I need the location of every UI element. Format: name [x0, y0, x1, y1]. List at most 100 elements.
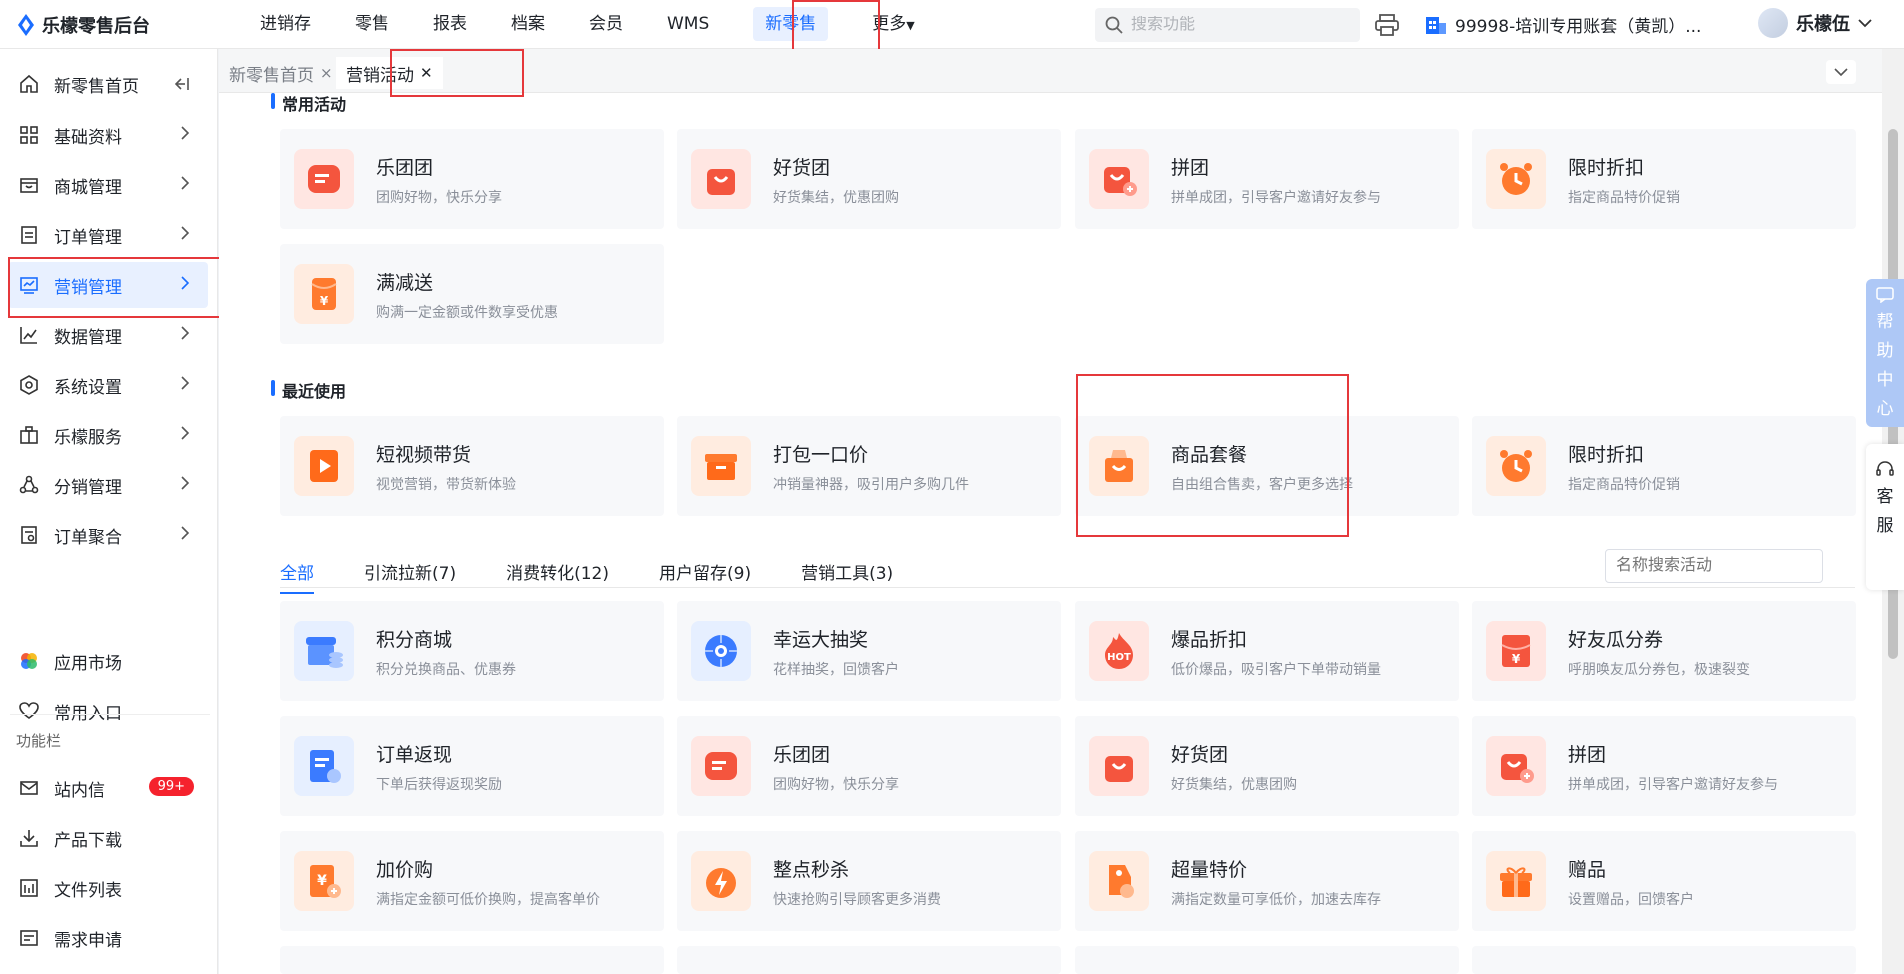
sidebar-item-orders[interactable]: 订单管理 — [8, 212, 208, 258]
shop-icon — [18, 174, 40, 196]
activity-card-letuantuan[interactable]: 乐团团 团购好物，快乐分享 — [280, 129, 664, 229]
help-center-button[interactable]: 帮 助 中 心 — [1866, 279, 1904, 427]
caret-down-icon: ▼ — [906, 19, 915, 32]
function-search[interactable] — [1095, 8, 1360, 42]
nav-baobiao[interactable]: 报表 — [423, 0, 477, 49]
activity-card-haoyouguafenquan[interactable]: ¥ 好友瓜分券 呼朋唤友瓜分券包，极速裂变 — [1472, 601, 1856, 701]
collapse-sidebar-icon[interactable] — [172, 75, 190, 93]
sidebar-item-home[interactable]: 新零售首页 — [8, 61, 208, 107]
account-switcher[interactable]: 99998-培训专用账套（黄凯）... — [1425, 12, 1701, 37]
activity-card-zengpin[interactable]: 赠品 设置赠品，回馈客户 — [1472, 831, 1856, 931]
tab-retention[interactable]: 用户留存(9) — [659, 559, 751, 594]
sidebar-file-list[interactable]: 文件列表 — [8, 865, 208, 911]
activity-card-pintuan[interactable]: 拼团 拼单成团，引导客户邀请好友参与 — [1075, 129, 1459, 229]
sidebar-item-order-aggregate[interactable]: 订单聚合 — [8, 512, 208, 558]
nav-wms[interactable]: WMS — [657, 0, 719, 49]
activity-search-input[interactable] — [1605, 549, 1823, 583]
nav-jinxiaocun[interactable]: 进销存 — [250, 0, 321, 49]
sidebar-messages[interactable]: 站内信 99+ — [8, 765, 208, 811]
chevron-right-icon — [181, 326, 190, 340]
category-divider — [280, 587, 1855, 588]
activity-card-haohuotuan-all[interactable]: 好货团 好货集结，优惠团购 — [1075, 716, 1459, 816]
lottery-wheel-icon — [691, 621, 751, 681]
yuan-symbol: ¥ — [317, 873, 327, 889]
heart-icon — [18, 700, 40, 722]
tab-new-retail-home[interactable]: 新零售首页 × — [219, 57, 343, 89]
headset-icon — [1876, 461, 1894, 476]
tab-tools[interactable]: 营销工具(3) — [801, 559, 893, 594]
sidebar-app-market[interactable]: 应用市场 — [8, 638, 208, 684]
chevron-right-icon — [181, 526, 190, 540]
activity-card-baopinzhekou[interactable]: HOT 爆品折扣 低价爆品，吸引客户下单带动销量 — [1075, 601, 1459, 701]
activity-card-pintuan-all[interactable]: 拼团 拼单成团，引导客户邀请好友参与 — [1472, 716, 1856, 816]
tab-traffic[interactable]: 引流拉新(7) — [364, 559, 456, 594]
highlight-box-tab — [390, 49, 524, 97]
highlight-box-card — [1076, 374, 1349, 537]
nav-lingshou[interactable]: 零售 — [345, 0, 399, 49]
search-input[interactable] — [1131, 16, 1341, 34]
activity-card-partial — [1472, 946, 1856, 974]
activity-card-xianshizhekou[interactable]: 限时折扣 指定商品特价促销 — [1472, 129, 1856, 229]
group-buy-icon — [691, 736, 751, 796]
sidebar-item-data[interactable]: 数据管理 — [8, 312, 208, 358]
chevron-right-icon — [181, 226, 190, 240]
sidebar-item-mall[interactable]: 商城管理 — [8, 162, 208, 208]
activity-card-chaoliangtejia[interactable]: 超量特价 满指定数量可享低价，加速去库存 — [1075, 831, 1459, 931]
activity-card-xianshizhekou-recent[interactable]: 限时折扣 指定商品特价促销 — [1472, 416, 1856, 516]
sidebar-request[interactable]: 需求申请 — [8, 915, 208, 961]
chat-icon — [1876, 287, 1894, 303]
activity-card-jifenshangcheng[interactable]: 积分商城 积分兑换商品、优惠券 — [280, 601, 664, 701]
distribution-icon — [18, 474, 40, 496]
chevron-right-icon — [181, 176, 190, 190]
sidebar-item-service[interactable]: 乐檬服务 — [8, 412, 208, 458]
tab-all[interactable]: 全部 — [280, 559, 314, 594]
activity-card-dabaoyikoujia[interactable]: 打包一口价 冲销量神器，吸引用户多购几件 — [677, 416, 1061, 516]
main-content: 新零售首页 × 营销活动 ✕ 常用活动 乐团团 团购好物，快乐分享 好货团 好货… — [219, 49, 1904, 974]
activity-card-dingdanfanxian[interactable]: 订单返现 下单后获得返现奖励 — [280, 716, 664, 816]
aggregate-icon — [18, 524, 40, 546]
group-buy-icon — [294, 149, 354, 209]
shopping-bag-icon — [1089, 736, 1149, 796]
hot-fire-icon: HOT — [1089, 621, 1149, 681]
activity-card-partial — [1075, 946, 1459, 974]
customer-service-button[interactable]: 客 服 — [1866, 444, 1904, 590]
section-recent-title: 最近使用 — [270, 378, 346, 402]
close-icon[interactable]: × — [320, 64, 333, 82]
activity-card-haohuotuan[interactable]: 好货团 好货集结，优惠团购 — [677, 129, 1061, 229]
tabs-dropdown[interactable] — [1826, 60, 1856, 84]
alarm-clock-icon — [1486, 436, 1546, 496]
yuan-symbol: ¥ — [1512, 652, 1521, 666]
sidebar: 新零售首页 基础资料 商城管理 订单管理 营销管理 数据管理 系统设置 乐檬服务 — [0, 49, 218, 974]
activity-card-xingyundachoujiang[interactable]: 幸运大抽奖 花样抽奖，回馈客户 — [677, 601, 1061, 701]
sidebar-item-distribution[interactable]: 分销管理 — [8, 462, 208, 508]
package-box-icon — [691, 436, 751, 496]
gift-box-icon — [1486, 851, 1546, 911]
activity-card-zhengdianmiaosha[interactable]: 整点秒杀 快速抢购引导顾客更多消费 — [677, 831, 1061, 931]
chart-icon — [18, 324, 40, 346]
chevron-right-icon — [181, 426, 190, 440]
activity-card-letuantuan-all[interactable]: 乐团团 团购好物，快乐分享 — [677, 716, 1061, 816]
printer-icon[interactable] — [1375, 14, 1399, 36]
nav-dangan[interactable]: 档案 — [501, 0, 555, 49]
flash-sale-icon — [691, 851, 751, 911]
logo[interactable]: 乐檬零售后台 — [16, 12, 150, 38]
search-icon — [1105, 16, 1123, 34]
tab-conversion[interactable]: 消费转化(12) — [506, 559, 609, 594]
sidebar-download[interactable]: 产品下载 — [8, 815, 208, 861]
activity-card-manjiansong[interactable]: ¥ 满减送 购满一定金额或件数享受优惠 — [280, 244, 664, 344]
sidebar-favorites[interactable]: 常用入口 — [8, 688, 208, 734]
group-bag-icon — [1486, 736, 1546, 796]
unread-badge: 99+ — [148, 777, 194, 796]
activity-card-jiajiagou[interactable]: ¥ 加价购 满指定金额可低价换购，提高客单价 — [280, 831, 664, 931]
user-menu[interactable]: 乐檬伍 — [1758, 8, 1872, 38]
add-price-buy-icon: ¥ — [294, 851, 354, 911]
nav-huiyuan[interactable]: 会员 — [579, 0, 633, 49]
sidebar-item-settings[interactable]: 系统设置 — [8, 362, 208, 408]
activity-card-duanshipin[interactable]: 短视频带货 视觉营销，带货新体验 — [280, 416, 664, 516]
service-icon — [18, 424, 40, 446]
chevron-down-icon — [1834, 68, 1848, 77]
home-icon — [18, 73, 40, 95]
top-bar: 乐檬零售后台 进销存 零售 报表 档案 会员 WMS 新零售 更多▼ 99998… — [0, 0, 1904, 57]
sidebar-item-basic-data[interactable]: 基础资料 — [8, 112, 208, 158]
price-tag-icon — [1089, 851, 1149, 911]
